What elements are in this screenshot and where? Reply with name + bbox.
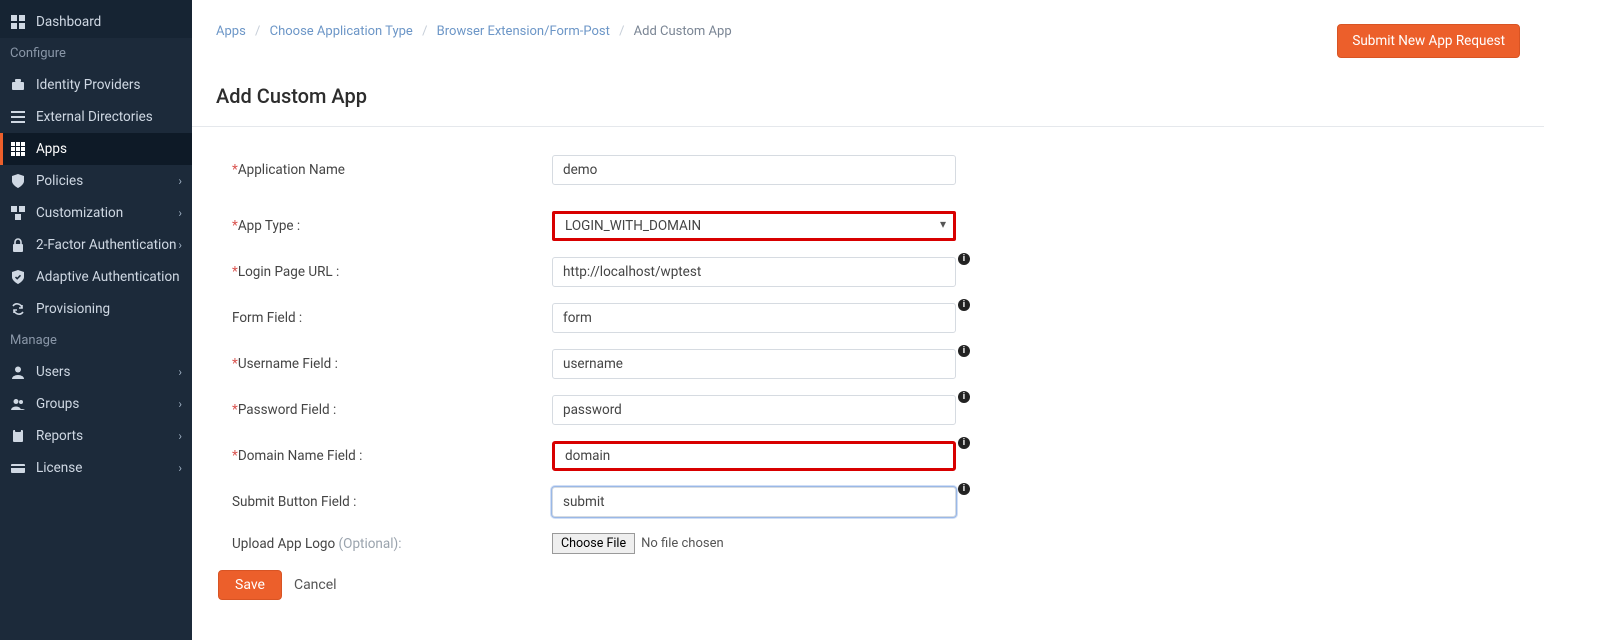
sidebar-section-header: Configure — [0, 38, 192, 69]
chevron-right-icon: › — [178, 365, 182, 379]
sidebar-item-label: Provisioning — [36, 301, 110, 317]
info-icon[interactable]: i — [958, 345, 970, 357]
card-icon — [10, 460, 26, 476]
app-type-select[interactable]: LOGIN_WITH_DOMAIN — [552, 211, 956, 241]
upload-logo-label: Upload App Logo — [232, 536, 339, 552]
sidebar-item-two-factor-auth[interactable]: 2-Factor Authentication › — [0, 229, 192, 261]
application-name-label: Application Name — [238, 162, 345, 178]
sidebar-section-header: Manage — [0, 325, 192, 356]
sidebar-item-label: Customization — [36, 205, 123, 221]
submit-field-label: Submit Button Field : — [232, 494, 356, 510]
list-icon — [10, 109, 26, 125]
sidebar-item-label: External Directories — [36, 109, 153, 125]
grid-icon — [10, 141, 26, 157]
chevron-right-icon: › — [178, 174, 182, 188]
sidebar-item-provisioning[interactable]: Provisioning — [0, 293, 192, 325]
page-title: Add Custom App — [192, 70, 1544, 126]
sidebar-item-reports[interactable]: Reports › — [0, 420, 192, 452]
sidebar-item-customization[interactable]: Customization › — [0, 197, 192, 229]
info-icon[interactable]: i — [958, 391, 970, 403]
chevron-right-icon: › — [178, 429, 182, 443]
form-field-label: Form Field : — [232, 310, 302, 326]
dashboard-icon — [10, 14, 26, 30]
breadcrumb-separator: / — [249, 24, 266, 39]
info-icon[interactable]: i — [958, 437, 970, 449]
sidebar-item-license[interactable]: License › — [0, 452, 192, 484]
breadcrumb-separator: / — [416, 24, 433, 39]
cancel-button[interactable]: Cancel — [294, 577, 337, 593]
choose-file-button[interactable]: Choose File — [552, 533, 635, 554]
submit-field[interactable] — [552, 487, 956, 517]
save-button[interactable]: Save — [218, 570, 282, 600]
sidebar-item-groups[interactable]: Groups › — [0, 388, 192, 420]
login-url-label: Login Page URL : — [238, 264, 339, 280]
info-icon[interactable]: i — [958, 253, 970, 265]
blocks-icon — [10, 205, 26, 221]
chevron-right-icon: › — [178, 397, 182, 411]
users-icon — [10, 396, 26, 412]
sidebar: Dashboard Configure Identity Providers E… — [0, 0, 192, 640]
breadcrumb-separator: / — [613, 24, 630, 39]
breadcrumb-link-choose-type[interactable]: Choose Application Type — [270, 24, 413, 39]
user-icon — [10, 364, 26, 380]
sidebar-item-external-directories[interactable]: External Directories — [0, 101, 192, 133]
form-field[interactable] — [552, 303, 956, 333]
sync-icon — [10, 301, 26, 317]
app-type-label: App Type : — [238, 218, 300, 234]
sidebar-item-policies[interactable]: Policies › — [0, 165, 192, 197]
shield-check-icon — [10, 269, 26, 285]
chevron-right-icon: › — [178, 238, 182, 252]
sidebar-item-identity-providers[interactable]: Identity Providers — [0, 69, 192, 101]
sidebar-item-apps[interactable]: Apps — [0, 133, 192, 165]
password-field-label: Password Field : — [238, 402, 336, 418]
sidebar-item-label: 2-Factor Authentication — [36, 237, 176, 253]
sidebar-item-label: Reports — [36, 428, 83, 444]
sidebar-item-label: Policies — [36, 173, 83, 189]
breadcrumb-link-browser-ext[interactable]: Browser Extension/Form-Post — [437, 24, 610, 39]
sidebar-item-dashboard[interactable]: Dashboard — [0, 0, 192, 38]
sidebar-item-label: License — [36, 460, 82, 476]
breadcrumb-link-apps[interactable]: Apps — [216, 24, 246, 39]
no-file-chosen-label: No file chosen — [635, 536, 724, 551]
sidebar-item-label: Adaptive Authentication — [36, 269, 180, 285]
clipboard-icon — [10, 428, 26, 444]
username-field-label: Username Field : — [238, 356, 338, 372]
main-content: Apps / Choose Application Type / Browser… — [192, 0, 1544, 640]
breadcrumb: Apps / Choose Application Type / Browser… — [216, 24, 732, 39]
form: *Application Name *App Type : LOGIN_WITH… — [192, 147, 1212, 624]
submit-new-app-request-button[interactable]: Submit New App Request — [1337, 24, 1520, 58]
sidebar-item-label: Groups — [36, 396, 79, 412]
password-field[interactable] — [552, 395, 956, 425]
info-icon[interactable]: i — [958, 299, 970, 311]
sidebar-item-users[interactable]: Users › — [0, 356, 192, 388]
sidebar-item-label: Apps — [36, 141, 67, 157]
sidebar-item-adaptive-auth[interactable]: Adaptive Authentication — [0, 261, 192, 293]
sidebar-item-label: Identity Providers — [36, 77, 140, 93]
chevron-right-icon: › — [178, 461, 182, 475]
lock-icon — [10, 237, 26, 253]
login-url-field[interactable] — [552, 257, 956, 287]
domain-field-label: Domain Name Field : — [238, 448, 363, 464]
sidebar-item-label: Users — [36, 364, 70, 380]
briefcase-icon — [10, 77, 26, 93]
info-icon[interactable]: i — [958, 483, 970, 495]
shield-icon — [10, 173, 26, 189]
divider — [192, 126, 1544, 127]
sidebar-item-label: Dashboard — [36, 14, 101, 30]
application-name-field[interactable] — [552, 155, 956, 185]
optional-suffix: (Optional): — [339, 536, 402, 552]
domain-field[interactable] — [552, 441, 956, 471]
chevron-right-icon: › — [178, 206, 182, 220]
username-field[interactable] — [552, 349, 956, 379]
breadcrumb-current: Add Custom App — [634, 24, 732, 39]
